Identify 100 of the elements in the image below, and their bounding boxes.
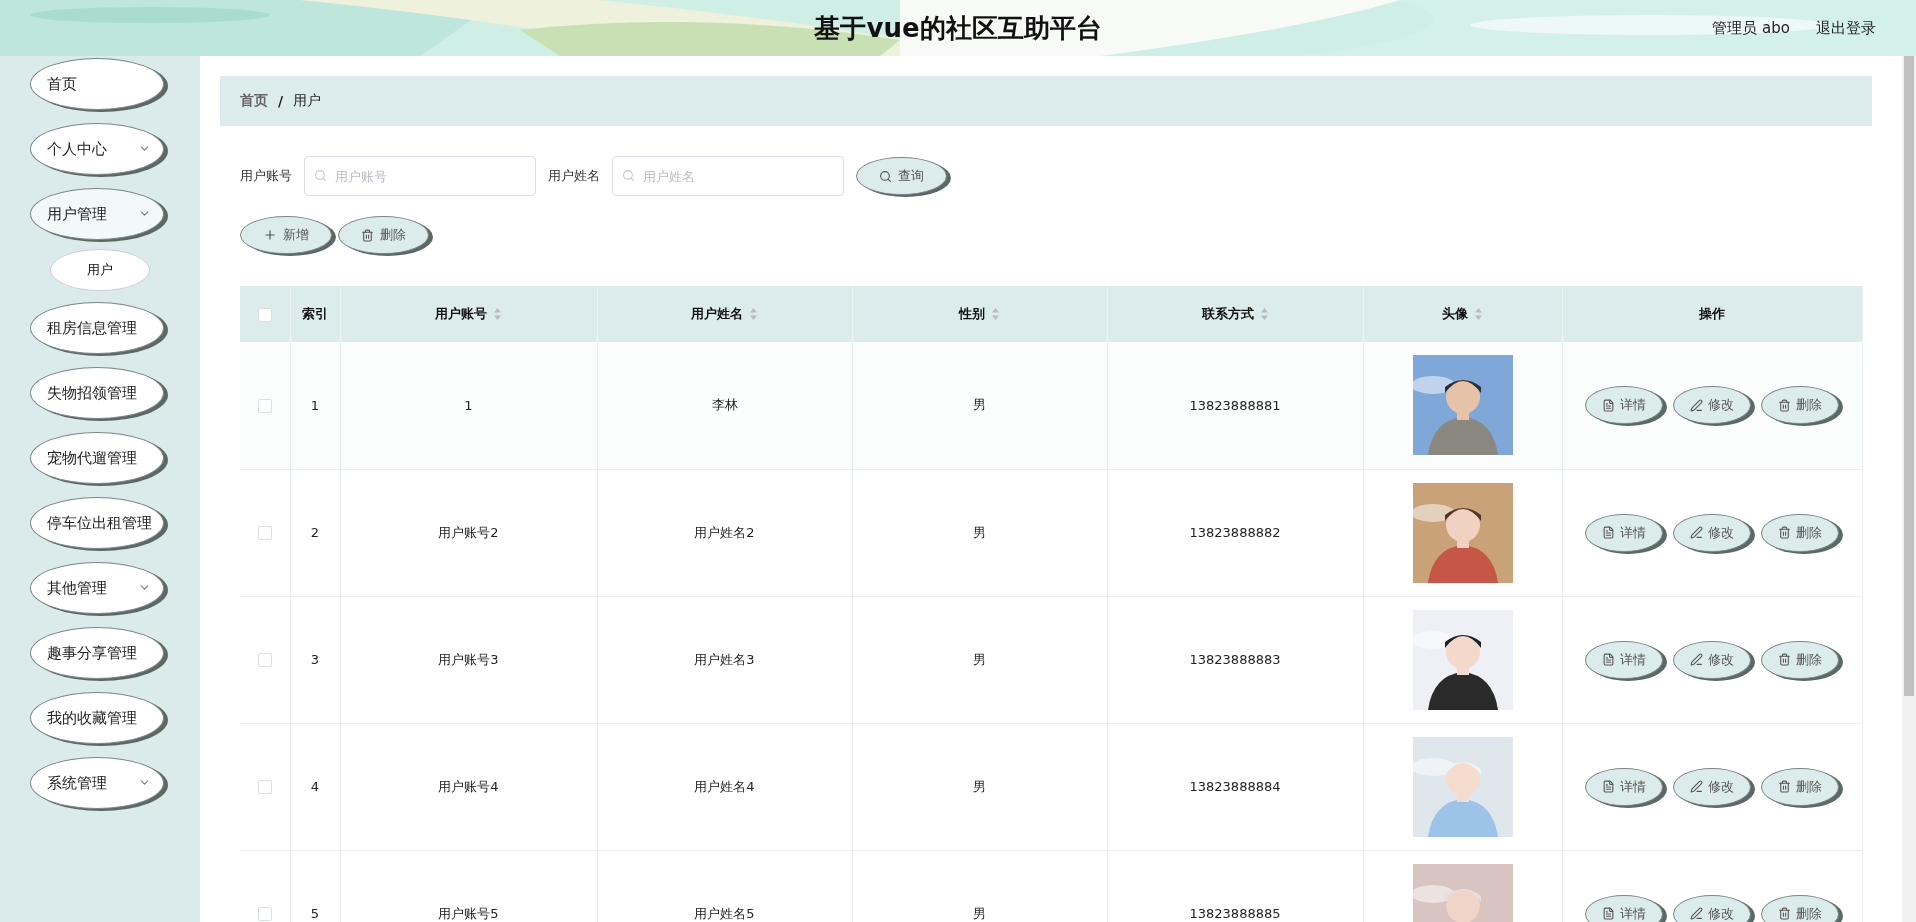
scrollbar[interactable] [1902,56,1916,922]
checkbox[interactable] [257,399,272,413]
table-cell: 用户账号2 [438,524,499,540]
document-icon [1602,780,1615,793]
breadcrumb-link[interactable]: 首页 [240,92,268,110]
menu-item[interactable]: 停车位出租管理 [30,497,164,549]
pencil-icon [1690,398,1703,412]
table-cell: 男 [973,778,986,794]
table-cell: 男 [973,651,986,667]
table-cell: 用户账号3 [438,651,499,667]
checkbox[interactable] [257,907,272,922]
detail-button[interactable]: 详情 [1585,386,1663,425]
field-label: 用户姓名 [548,167,600,185]
table-cell: 用户账号4 [438,778,499,794]
search-icon [622,169,635,182]
column-header: 性别 [959,305,985,323]
logout-link[interactable]: 退出登录 [1816,18,1876,38]
column-header: 头像 [1442,305,1468,323]
table-cell: 用户姓名5 [694,905,755,921]
delete-button[interactable]: 删除 [338,216,429,254]
trash-icon [1778,398,1791,412]
menu-item[interactable]: 用户管理 [30,188,164,240]
table-cell: 用户姓名2 [694,524,755,540]
table-cell: 用户账号5 [438,905,499,921]
table-cell: 5 [310,906,320,921]
column-header: 用户姓名 [691,305,743,323]
edit-button[interactable]: 修改 [1673,386,1751,425]
plus-icon [263,228,277,242]
detail-button[interactable]: 详情 [1585,767,1663,806]
menu-item[interactable]: 宠物代遛管理 [30,432,164,484]
edit-button[interactable]: 修改 [1673,767,1751,806]
table-cell: 2 [310,525,320,540]
search-field[interactable]: 用户账号 [304,156,536,196]
table-cell: 3 [310,652,320,667]
trash-icon [1778,907,1791,920]
sort-icon[interactable] [991,307,1000,321]
column-header: 操作 [1699,305,1725,323]
document-icon [1602,526,1615,539]
sort-icon[interactable] [1259,307,1269,321]
field-label: 用户账号 [240,167,292,185]
table-cell: 13823888882 [1189,525,1281,540]
search-button[interactable]: 查询 [856,157,947,195]
delete-button[interactable]: 删除 [1761,767,1839,806]
trash-icon [1778,653,1791,666]
submenu-item[interactable]: 用户 [50,249,150,291]
delete-button[interactable]: 删除 [1761,894,1839,922]
table-cell: 男 [973,397,986,413]
table-cell: 李林 [711,397,738,413]
table-cell: 13823888884 [1189,779,1281,794]
menu-item[interactable]: 首页 [30,58,164,110]
document-icon [1602,398,1615,412]
pencil-icon [1690,780,1703,793]
table-cell: 用户姓名4 [694,778,755,794]
app-title: 基于vue的社区互助平台 [814,11,1102,45]
pencil-icon [1690,526,1703,539]
detail-button[interactable]: 详情 [1585,513,1663,552]
menu-item[interactable]: 租房信息管理 [30,302,164,354]
user-name: 管理员 abo [1712,18,1790,38]
edit-button[interactable]: 修改 [1673,894,1751,922]
detail-button[interactable]: 详情 [1585,640,1663,679]
menu-item[interactable]: 其他管理 [30,562,164,614]
table-cell: 4 [310,779,320,794]
menu-item[interactable]: 系统管理 [30,757,164,809]
sort-icon[interactable] [749,307,758,321]
edit-button[interactable]: 修改 [1673,640,1751,679]
document-icon [1602,653,1615,666]
sort-icon[interactable] [1474,307,1483,321]
checkbox[interactable] [257,780,272,795]
table-cell: 1 [464,397,473,413]
menu-item[interactable]: 我的收藏管理 [30,692,164,744]
breadcrumb-separator: / [278,93,284,109]
checkbox[interactable] [257,526,272,541]
table-cell: 13823888885 [1189,906,1281,921]
pencil-icon [1690,907,1703,920]
menu-item[interactable]: 趣事分享管理 [30,627,164,679]
search-field[interactable]: 用户姓名 [612,156,844,196]
table-cell: 男 [973,905,986,921]
delete-button[interactable]: 删除 [1761,386,1839,425]
menu-item[interactable]: 个人中心 [30,123,164,175]
checkbox[interactable] [257,653,272,668]
search-icon [879,169,892,183]
column-header: 用户账号 [435,305,487,323]
add-button[interactable]: 新增 [240,216,332,254]
trash-icon [361,228,374,242]
pencil-icon [1690,653,1703,666]
search-icon [314,169,327,182]
table-cell: 用户姓名3 [694,651,755,667]
delete-button[interactable]: 删除 [1761,640,1839,679]
breadcrumb-link[interactable]: 用户 [293,92,322,110]
sort-icon[interactable] [493,307,502,321]
detail-button[interactable]: 详情 [1585,894,1663,922]
trash-icon [1778,780,1791,793]
trash-icon [1778,526,1791,539]
column-header: 索引 [302,305,328,323]
table-cell: 13823888883 [1189,652,1281,667]
delete-button[interactable]: 删除 [1761,513,1839,552]
menu-item[interactable]: 失物招领管理 [30,367,164,419]
checkbox[interactable] [257,307,272,322]
edit-button[interactable]: 修改 [1673,513,1751,552]
column-header: 联系方式 [1201,305,1254,323]
